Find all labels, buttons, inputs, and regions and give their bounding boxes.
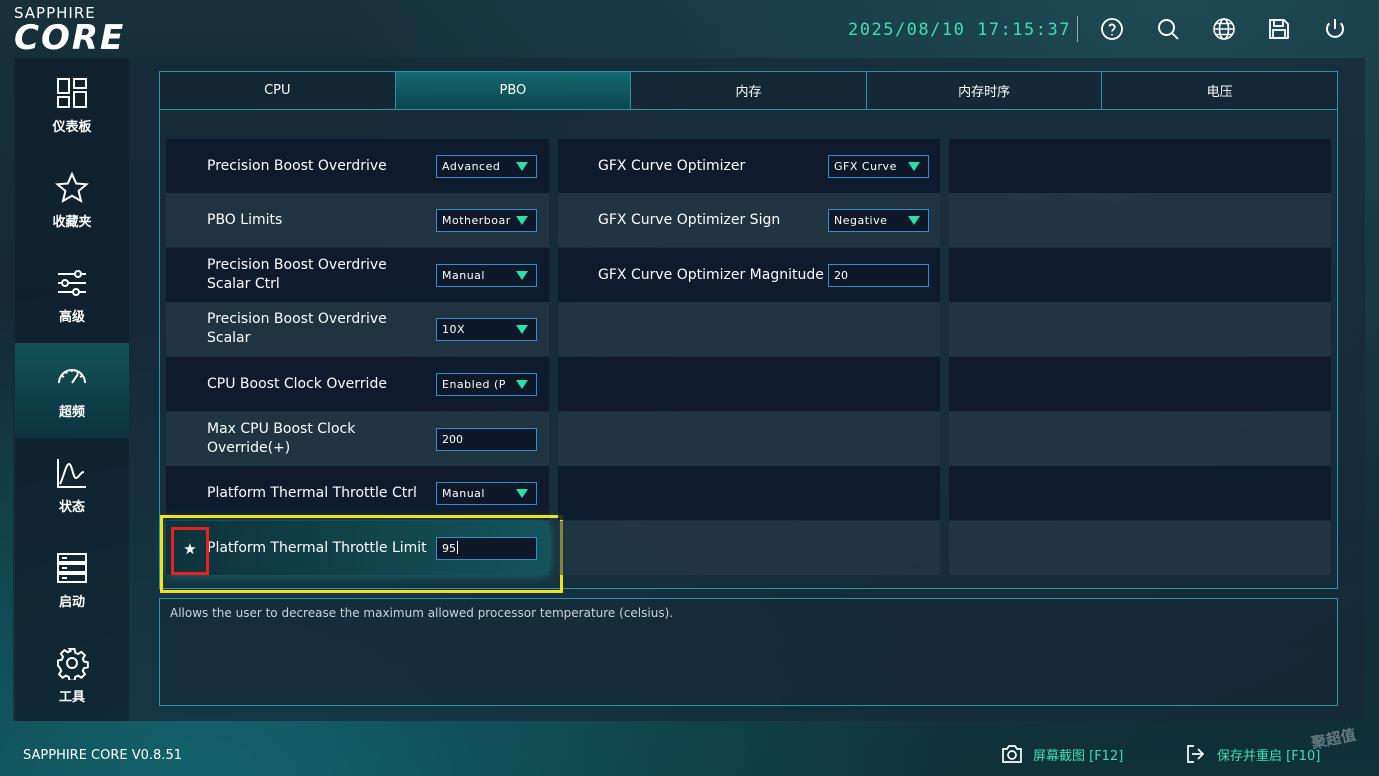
search-icon[interactable] <box>1156 17 1180 41</box>
empty-cell <box>949 466 1331 520</box>
pbo-scalar-ctrl-dropdown[interactable]: Manual <box>436 264 537 287</box>
thermal-throttle-ctrl-dropdown[interactable]: Manual <box>436 482 537 505</box>
setting-row-pbo-limits[interactable]: PBO Limits Motherboar <box>166 193 549 247</box>
setting-label: Precision Boost Overdrive Scalar <box>207 311 387 346</box>
screenshot-button[interactable]: 屏幕截图 [F12] <box>1001 741 1123 767</box>
help-description: Allows the user to decrease the maximum … <box>159 598 1338 706</box>
setting-row-pbo-scalar[interactable]: Precision Boost Overdrive Scalar 10X <box>166 302 549 356</box>
tab-cpu[interactable]: CPU <box>160 72 396 109</box>
chart-icon <box>57 459 86 488</box>
gfx-curve-optimizer-sign-dropdown[interactable]: Negative <box>828 209 929 232</box>
dropdown-caret-icon <box>516 271 528 280</box>
setting-row-gfx-curve-optimizer-magnitude[interactable]: GFX Curve Optimizer Magnitude 20 <box>558 248 940 302</box>
sidebar-label: 状态 <box>58 500 85 515</box>
pbo-limits-dropdown[interactable]: Motherboar <box>436 209 537 232</box>
sidebar-item-favorites[interactable]: 收藏夹 <box>15 153 129 248</box>
tab-voltage[interactable]: 电压 <box>1102 72 1337 109</box>
sidebar-item-tools[interactable]: 工具 <box>15 628 129 723</box>
sidebar-label: 工具 <box>58 690 85 705</box>
screenshot-label: 屏幕截图 [F12] <box>1033 748 1124 764</box>
power-icon[interactable] <box>1323 17 1347 41</box>
empty-cell <box>558 466 940 520</box>
empty-cell <box>558 302 940 356</box>
dropdown-caret-icon <box>516 489 528 498</box>
pbo-dropdown[interactable]: Advanced <box>436 155 537 178</box>
sidebar-label: 仪表板 <box>52 120 92 135</box>
setting-label: PBO Limits <box>207 211 283 228</box>
save-restart-button[interactable]: 保存并重启 [F10] <box>1185 741 1320 767</box>
setting-row-thermal-throttle-ctrl[interactable]: Platform Thermal Throttle Ctrl Manual <box>166 466 549 520</box>
sidebar-label: 超频 <box>58 405 85 420</box>
exit-icon <box>1187 745 1205 763</box>
setting-label: GFX Curve Optimizer Sign <box>598 211 781 228</box>
sidebar-label: 高级 <box>58 310 85 325</box>
logo-brand-large: CORE <box>14 18 126 58</box>
sidebar-item-advanced[interactable]: 高级 <box>15 248 129 343</box>
dropdown-caret-icon <box>908 162 920 171</box>
setting-row-max-cpu-boost-clock[interactable]: Max CPU Boost Clock Override(+) 200 <box>166 412 549 466</box>
setting-label: CPU Boost Clock Override <box>207 375 387 392</box>
setting-label: Precision Boost Overdrive <box>207 157 387 174</box>
speedometer-icon <box>58 369 86 384</box>
highlight-box-red <box>171 527 209 575</box>
sliders-icon <box>58 270 86 296</box>
watermark: 聚超值 <box>1309 725 1358 753</box>
tab-memory[interactable]: 内存 <box>631 72 867 109</box>
dropdown-caret-icon <box>516 216 528 225</box>
globe-icon[interactable] <box>1212 17 1236 41</box>
version-label: SAPPHIRE CORE V0.8.51 <box>23 748 182 763</box>
setting-row-gfx-curve-optimizer-sign[interactable]: GFX Curve Optimizer Sign Negative <box>558 193 940 247</box>
sidebar-item-status[interactable]: 状态 <box>15 438 129 533</box>
app-logo: SAPPHIRE CORE <box>14 4 164 58</box>
sidebar-label: 启动 <box>58 595 85 610</box>
dashboard-icon <box>57 78 87 108</box>
dropdown-caret-icon <box>516 162 528 171</box>
cpu-boost-clock-override-dropdown[interactable]: Enabled (P <box>436 373 537 396</box>
setting-row-pbo[interactable]: Precision Boost Overdrive Advanced <box>166 139 549 193</box>
save-restart-label: 保存并重启 [F10] <box>1217 748 1321 764</box>
setting-row-gfx-curve-optimizer[interactable]: GFX Curve Optimizer GFX Curve <box>558 139 940 193</box>
empty-cell <box>558 357 940 411</box>
setting-label: GFX Curve Optimizer <box>598 157 746 174</box>
dropdown-caret-icon <box>516 380 528 389</box>
setting-row-cpu-boost-clock-override[interactable]: CPU Boost Clock Override Enabled (P <box>166 357 549 411</box>
setting-row-pbo-scalar-ctrl[interactable]: Precision Boost Overdrive Scalar Ctrl Ma… <box>166 248 549 302</box>
empty-cell <box>949 302 1331 356</box>
star-icon <box>55 171 89 204</box>
tab-pbo[interactable]: PBO <box>395 72 632 109</box>
empty-cell <box>949 139 1331 193</box>
empty-cell <box>949 521 1331 575</box>
sidebar-label: 收藏夹 <box>52 215 92 230</box>
empty-cell <box>558 412 940 466</box>
sidebar-item-dashboard[interactable]: 仪表板 <box>15 58 129 153</box>
max-cpu-boost-clock-input[interactable]: 200 <box>436 428 537 451</box>
camera-icon <box>1002 745 1022 763</box>
sidebar: 仪表板 收藏夹 高级 超频 状态 启动 工具 <box>15 58 129 721</box>
help-icon[interactable] <box>1100 17 1124 41</box>
boot-icon <box>57 553 87 583</box>
empty-cell <box>949 248 1331 302</box>
tab-bar: CPU PBO 内存 内存时序 电压 <box>159 71 1338 110</box>
empty-cell <box>949 193 1331 247</box>
sidebar-item-overclock[interactable]: 超频 <box>15 343 129 438</box>
dropdown-caret-icon <box>908 216 920 225</box>
gfx-curve-optimizer-dropdown[interactable]: GFX Curve <box>828 155 929 178</box>
gfx-curve-optimizer-magnitude-input[interactable]: 20 <box>828 264 929 287</box>
tab-memory-timing[interactable]: 内存时序 <box>866 72 1103 109</box>
empty-cell <box>949 412 1331 466</box>
sidebar-item-boot[interactable]: 启动 <box>15 533 129 628</box>
dropdown-caret-icon <box>516 325 528 334</box>
gear-icon <box>57 648 89 680</box>
datetime-display: 2025/08/10 17:15:37 <box>848 20 1071 40</box>
setting-label: Platform Thermal Throttle Ctrl <box>207 484 417 501</box>
pbo-scalar-dropdown[interactable]: 10X <box>436 318 537 341</box>
setting-label: GFX Curve Optimizer Magnitude <box>598 266 824 283</box>
header-divider <box>1077 16 1078 42</box>
empty-cell <box>558 521 940 575</box>
setting-label: Max CPU Boost Clock Override(+) <box>207 421 356 456</box>
setting-label: Precision Boost Overdrive Scalar Ctrl <box>207 257 387 292</box>
save-icon[interactable] <box>1267 17 1291 41</box>
highlight-box-yellow <box>160 515 563 593</box>
empty-cell <box>949 357 1331 411</box>
